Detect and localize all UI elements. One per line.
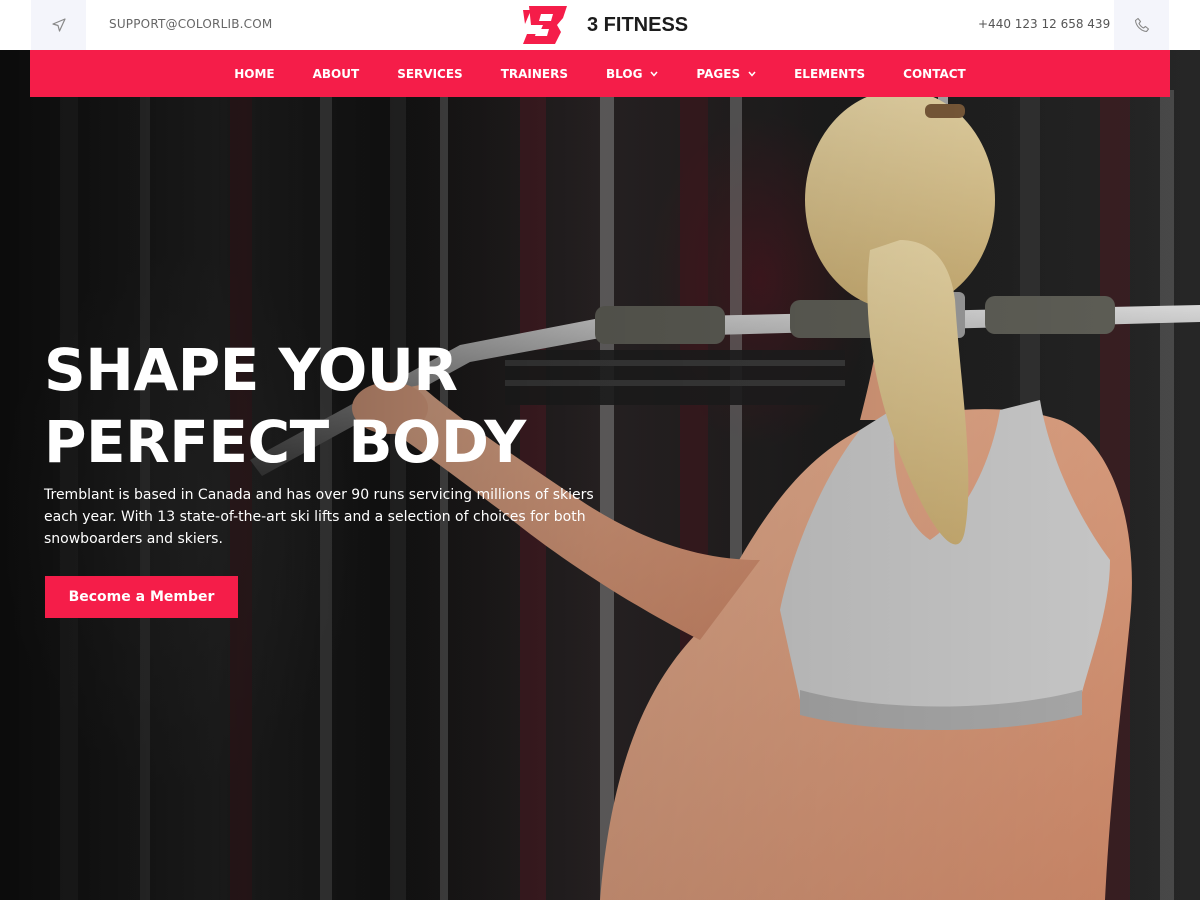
nav-item-home[interactable]: HOME — [234, 67, 274, 81]
navigation-arrow-icon — [51, 18, 66, 32]
nav-item-trainers[interactable]: TRAINERS — [501, 67, 568, 81]
nav-item-blog[interactable]: BLOG — [606, 67, 658, 81]
main-nav: HOME ABOUT SERVICES TRAINERS BLOG PAGES … — [30, 50, 1170, 97]
nav-item-elements[interactable]: ELEMENTS — [794, 67, 865, 81]
phone-icon-box[interactable] — [1114, 0, 1169, 50]
top-bar: SUPPORT@COLORLIB.COM 3 FITNESS +440 123 … — [0, 0, 1200, 50]
logo-icon — [523, 6, 567, 44]
logo-text: 3 FITNESS — [587, 13, 689, 36]
site-logo[interactable]: 3 FITNESS — [521, 4, 688, 46]
hero-headline: SHAPE YOUR PERFECT BODY — [44, 334, 604, 478]
nav-item-about[interactable]: ABOUT — [313, 67, 360, 81]
navigation-icon-box[interactable] — [31, 0, 86, 50]
nav-item-contact[interactable]: CONTACT — [903, 67, 966, 81]
hero-description: Tremblant is based in Canada and has ove… — [44, 487, 594, 547]
become-member-button[interactable]: Become a Member — [45, 576, 238, 618]
chevron-down-icon — [650, 71, 658, 77]
phone-number[interactable]: +440 123 12 658 439 — [978, 17, 1110, 31]
chevron-down-icon — [748, 71, 756, 77]
hero-headline-line-2: PERFECT BODY — [44, 408, 526, 476]
phone-icon — [1134, 17, 1149, 33]
nav-item-services[interactable]: SERVICES — [397, 67, 462, 81]
support-email[interactable]: SUPPORT@COLORLIB.COM — [109, 17, 272, 31]
nav-item-pages[interactable]: PAGES — [696, 67, 756, 81]
hero-headline-line-1: SHAPE YOUR — [44, 336, 458, 404]
